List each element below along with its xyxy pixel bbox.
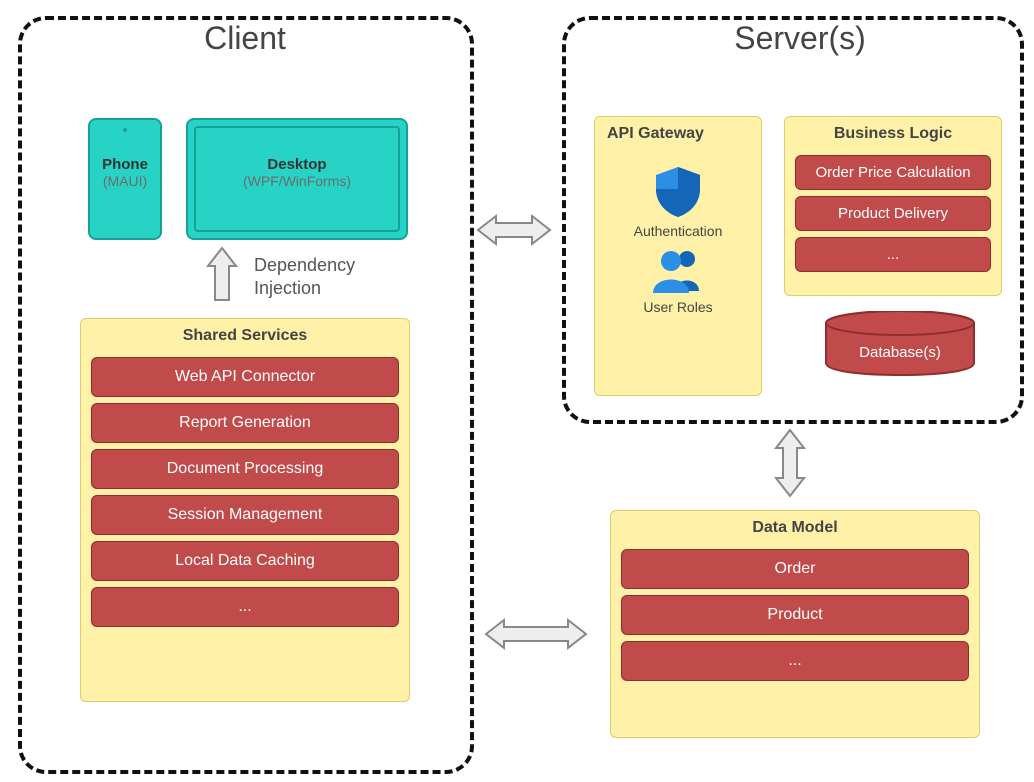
phone-label: Phone bbox=[90, 156, 160, 173]
service-item: Report Generation bbox=[91, 403, 399, 443]
service-item: Session Management bbox=[91, 495, 399, 535]
business-logic-title: Business Logic bbox=[785, 117, 1001, 149]
users-icon bbox=[649, 245, 707, 295]
di-label: Dependency Injection bbox=[254, 254, 355, 299]
logic-item: ... bbox=[795, 237, 991, 272]
data-model-title: Data Model bbox=[611, 511, 979, 543]
diagram-canvas: Client Phone (MAUI) Desktop (WPF/WinForm… bbox=[0, 0, 1034, 782]
server-title: Server(s) bbox=[720, 20, 880, 57]
data-item: Product bbox=[621, 595, 969, 635]
auth-label: Authentication bbox=[595, 223, 761, 239]
data-item: ... bbox=[621, 641, 969, 681]
api-gateway-title: API Gateway bbox=[595, 117, 761, 149]
arrow-server-data-icon bbox=[770, 426, 810, 500]
api-gateway-panel: API Gateway Authentication User Roles bbox=[594, 116, 762, 396]
service-item: ... bbox=[91, 587, 399, 627]
database-label: Database(s) bbox=[822, 344, 978, 361]
shared-services-title: Shared Services bbox=[81, 319, 409, 351]
arrow-client-data-icon bbox=[482, 614, 590, 654]
logic-item: Product Delivery bbox=[795, 196, 991, 231]
shield-icon bbox=[650, 163, 706, 219]
shared-services-panel: Shared Services Web API Connector Report… bbox=[80, 318, 410, 702]
data-item: Order bbox=[621, 549, 969, 589]
client-title: Client bbox=[170, 20, 320, 57]
arrow-client-server-icon bbox=[474, 210, 554, 250]
service-item: Local Data Caching bbox=[91, 541, 399, 581]
logic-item: Order Price Calculation bbox=[795, 155, 991, 190]
service-item: Web API Connector bbox=[91, 357, 399, 397]
phone-sub: (MAUI) bbox=[90, 173, 160, 189]
roles-label: User Roles bbox=[595, 299, 761, 315]
phone-device: Phone (MAUI) bbox=[88, 118, 162, 240]
data-model-panel: Data Model Order Product ... bbox=[610, 510, 980, 738]
service-item: Document Processing bbox=[91, 449, 399, 489]
business-logic-panel: Business Logic Order Price Calculation P… bbox=[784, 116, 1002, 296]
desktop-device: Desktop (WPF/WinForms) bbox=[186, 118, 408, 240]
arrow-di-icon bbox=[202, 244, 242, 308]
